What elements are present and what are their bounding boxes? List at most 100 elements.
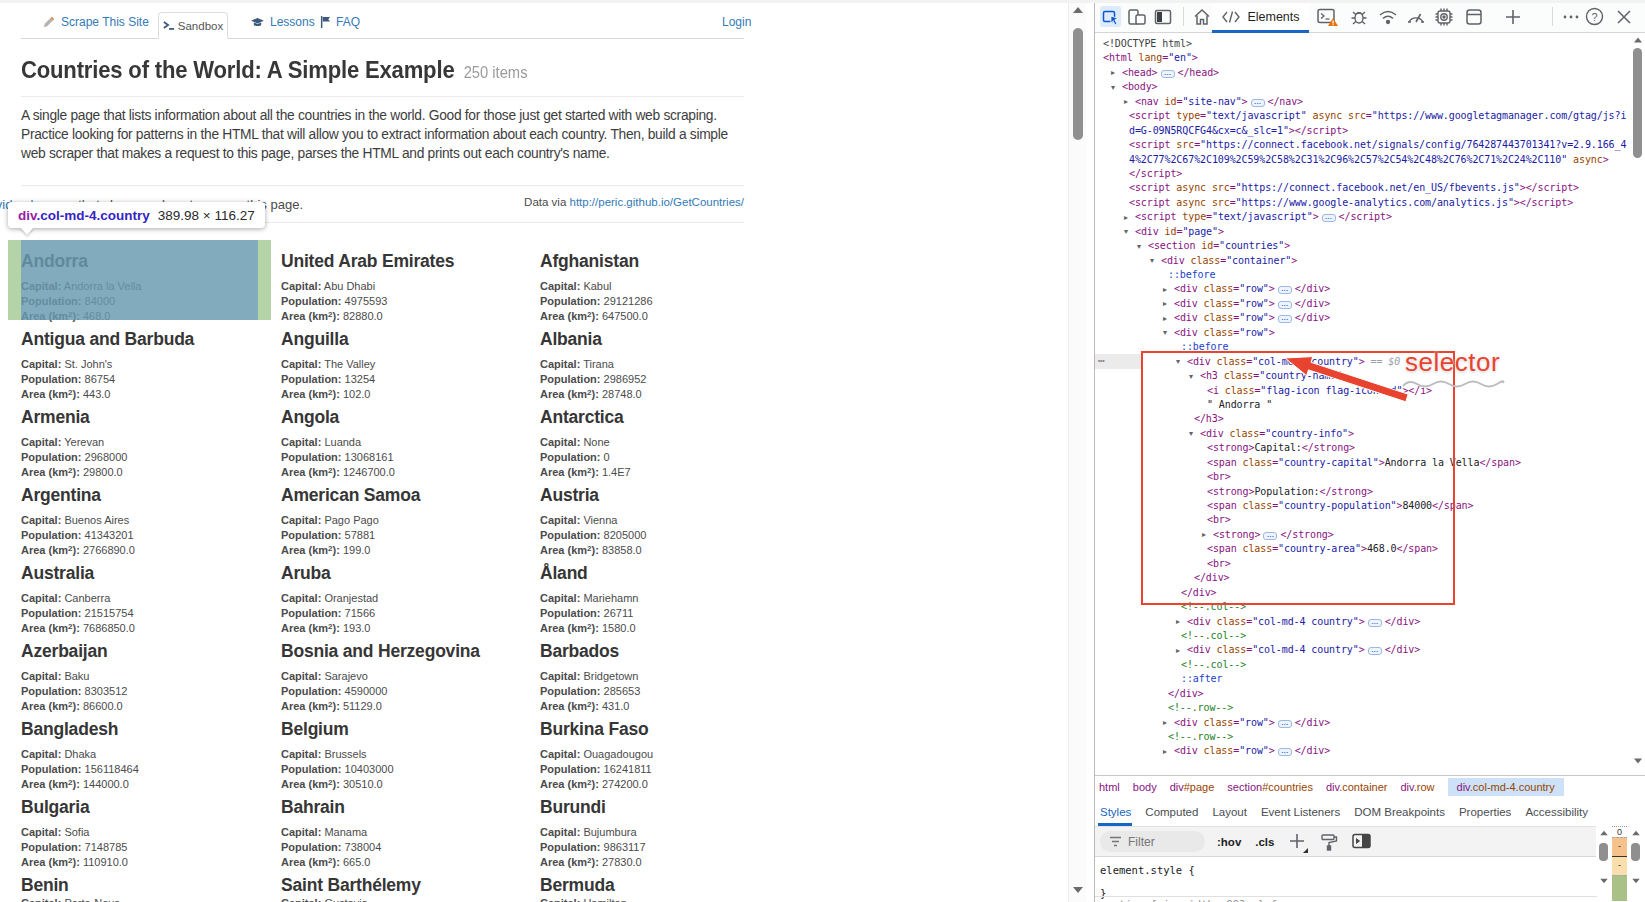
scroll-down-arrow[interactable] [1632, 879, 1640, 884]
inline-expand-button[interactable]: … [1278, 720, 1292, 728]
dom-tree-line[interactable]: ▾<section id="countries"> [1095, 239, 1632, 253]
inline-expand-button[interactable]: … [1368, 619, 1382, 627]
dom-tree-line[interactable]: ▸<div class="row">…</div> [1095, 282, 1632, 296]
new-style-rule-button[interactable] [1288, 832, 1306, 854]
inline-expand-button[interactable]: … [1278, 315, 1292, 323]
twisty-icon[interactable]: ▸ [1163, 745, 1167, 759]
console-button[interactable] [1317, 6, 1338, 27]
twisty-icon[interactable]: ▸ [1163, 297, 1167, 311]
dom-tree-line[interactable]: ▸<div class="row">…</div> [1095, 297, 1632, 311]
inline-expand-button[interactable]: … [1161, 70, 1175, 78]
close-button[interactable] [1613, 6, 1634, 27]
bug-button[interactable] [1348, 6, 1369, 27]
inline-expand-button[interactable]: … [1278, 286, 1292, 294]
twisty-icon[interactable]: ▾ [1150, 254, 1154, 268]
twisty-icon[interactable]: ▸ [1163, 312, 1167, 326]
scrollbar-thumb[interactable] [1599, 843, 1608, 861]
dom-tree-line[interactable]: ▾<div class="row"> [1095, 326, 1632, 340]
filter-input[interactable]: Filter [1100, 831, 1205, 852]
scroll-up-arrow[interactable] [1632, 831, 1640, 836]
dom-tree-line[interactable]: <script type="text/javascript" async src… [1095, 109, 1632, 123]
dom-tree-line[interactable]: ▸<div class="col-md-4 country">…</div> [1095, 615, 1632, 629]
nav-link-faq[interactable]: FAQ [320, 15, 360, 29]
scrollbar-thumb[interactable] [1631, 843, 1640, 861]
home-button[interactable] [1191, 6, 1212, 27]
dom-tree-line[interactable]: </script> [1095, 167, 1632, 181]
styles-scrollbar[interactable] [1596, 826, 1611, 892]
dom-tree-line[interactable]: <html lang="en"> [1095, 51, 1632, 65]
tab-event-listeners[interactable]: Event Listeners [1261, 806, 1340, 818]
inline-expand-button[interactable]: … [1322, 214, 1336, 222]
scroll-up-arrow[interactable] [1634, 38, 1642, 43]
twisty-icon[interactable]: ▾ [1111, 81, 1115, 95]
inline-expand-button[interactable]: … [1251, 99, 1265, 107]
twisty-icon[interactable]: ▸ [1176, 615, 1180, 629]
paint-format-button[interactable] [1320, 833, 1338, 855]
scrollbar-thumb[interactable] [1073, 28, 1083, 140]
breadcrumb-item[interactable]: body [1133, 778, 1166, 796]
dom-tree-line[interactable]: ▸<div class="row">…</div> [1095, 744, 1632, 758]
tab-computed[interactable]: Computed [1145, 806, 1198, 818]
dom-tree-line[interactable]: ▸<script type="text/javascript">…</scrip… [1095, 210, 1632, 224]
breadcrumb-item[interactable]: div.col-md-4.country [1448, 778, 1564, 796]
scroll-down-arrow[interactable] [1634, 759, 1642, 764]
tab-layout[interactable]: Layout [1212, 806, 1247, 818]
scroll-down-arrow[interactable] [1073, 887, 1083, 893]
element-style-rule[interactable]: element.style { [1095, 857, 1597, 876]
scroll-up-arrow[interactable] [1073, 7, 1083, 13]
dom-tree-line[interactable]: <script async src="https://www.google-an… [1095, 196, 1632, 210]
dom-tree-line[interactable]: <!--.row--> [1095, 701, 1632, 715]
computed-sidebar-toggle[interactable] [1352, 833, 1371, 853]
twisty-icon[interactable]: ▸ [1163, 283, 1167, 297]
dom-tree-scrollbar[interactable] [1629, 33, 1645, 775]
dom-tree-line[interactable]: ::before [1095, 268, 1632, 282]
dom-tree-line[interactable]: ::after [1095, 672, 1632, 686]
tab-properties[interactable]: Properties [1459, 806, 1511, 818]
twisty-icon[interactable]: ▸ [1111, 66, 1115, 80]
twisty-icon[interactable]: ▸ [1163, 716, 1167, 730]
page-scrollbar[interactable] [1068, 0, 1086, 902]
dom-tree-line[interactable]: 4%2C77%2C67%2C109%2C59%2C58%2C31%2C96%2C… [1095, 153, 1632, 167]
inline-expand-button[interactable]: … [1278, 301, 1292, 309]
tab-elements[interactable]: Elements [1212, 0, 1309, 33]
memory-button[interactable] [1433, 6, 1454, 27]
toggle-cls-button[interactable]: .cls [1255, 836, 1274, 848]
tab-accessibility[interactable]: Accessibility [1525, 806, 1588, 818]
dock-side-button[interactable] [1152, 6, 1173, 27]
dom-tree-line[interactable]: ▾<div id="page"> [1095, 225, 1632, 239]
application-button[interactable] [1463, 6, 1484, 27]
twisty-icon[interactable]: ▾ [1163, 326, 1167, 340]
toggle-hov-button[interactable]: :hov [1217, 836, 1241, 848]
performance-button[interactable] [1405, 6, 1426, 27]
breadcrumb-item[interactable]: section#countries [1227, 778, 1322, 796]
dom-tree-line[interactable]: ▸<div class="row">…</div> [1095, 716, 1632, 730]
breadcrumb-item[interactable]: div#page [1170, 778, 1224, 796]
dom-tree-line[interactable]: <script src="https://connect.facebook.ne… [1095, 138, 1632, 152]
login-link[interactable]: Login [722, 15, 751, 29]
dom-tree-line[interactable]: <!--.col--> [1095, 629, 1632, 643]
dom-tree-line[interactable]: <!--.row--> [1095, 730, 1632, 744]
network-button[interactable] [1377, 6, 1398, 27]
styles-scrollbar[interactable] [1628, 826, 1643, 892]
tab-dom-breakpoints[interactable]: DOM Breakpoints [1354, 806, 1445, 818]
nav-tab-sandbox[interactable]: Sandbox [158, 12, 228, 39]
dom-tree-line[interactable]: <!DOCTYPE html> [1095, 37, 1632, 51]
inspect-button[interactable] [1100, 6, 1121, 27]
dom-tree-line[interactable]: ▸<head>…</head> [1095, 66, 1632, 80]
breadcrumb-item[interactable]: div.row [1400, 778, 1443, 796]
dom-tree-line[interactable]: ▸<nav id="site-nav">…</nav> [1095, 95, 1632, 109]
twisty-icon[interactable]: ▸ [1124, 211, 1128, 225]
inline-expand-button[interactable]: … [1368, 647, 1382, 655]
dom-tree-line[interactable]: <script async src="https://connect.faceb… [1095, 181, 1632, 195]
data-via-link[interactable]: http://peric.github.io/GetCountries/ [569, 196, 744, 208]
plus-button[interactable] [1502, 6, 1523, 27]
scroll-up-arrow[interactable] [1600, 831, 1608, 836]
tab-styles[interactable]: Styles [1100, 806, 1131, 818]
device-toolbar-button[interactable] [1126, 6, 1147, 27]
scrollbar-thumb[interactable] [1633, 48, 1642, 158]
help-button[interactable]: ? [1584, 6, 1605, 27]
nav-link-scrape-this-site[interactable]: Scrape This Site [42, 15, 149, 29]
scroll-down-arrow[interactable] [1600, 879, 1608, 884]
dom-tree-line[interactable]: <!--.col--> [1095, 658, 1632, 672]
breadcrumb-item[interactable]: div.container [1326, 778, 1397, 796]
